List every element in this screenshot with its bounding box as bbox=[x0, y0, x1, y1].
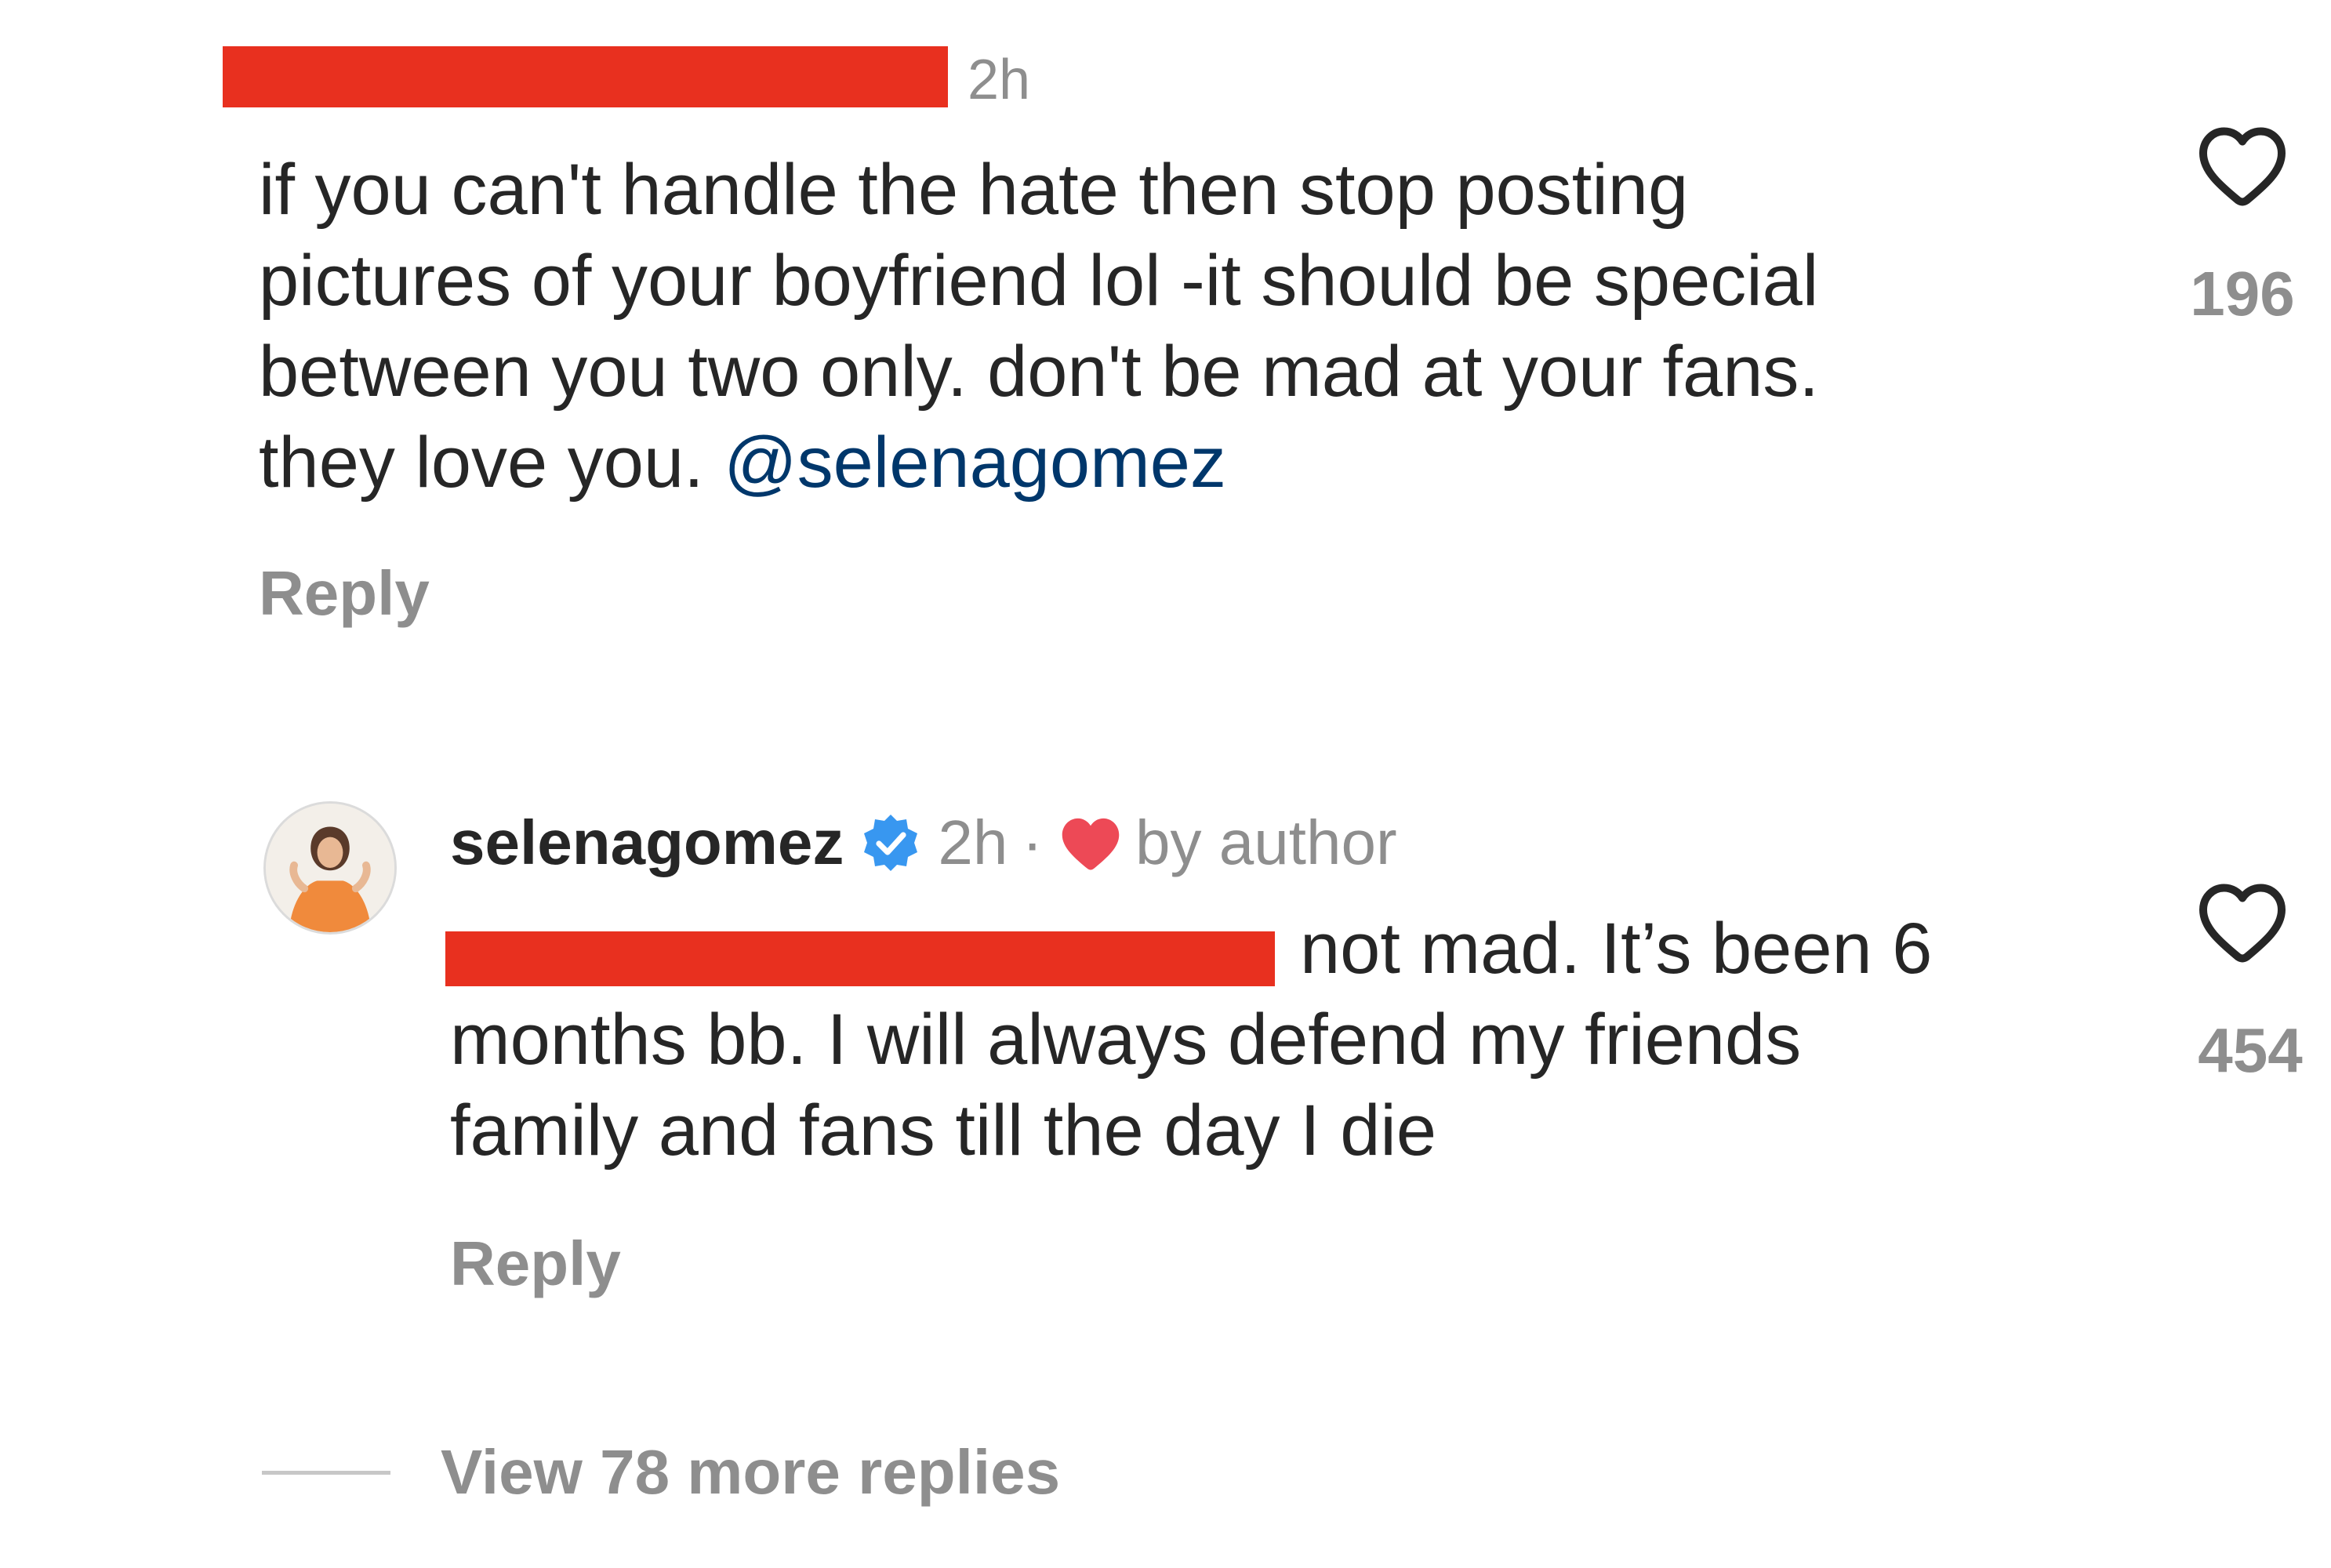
heart-outline-icon[interactable] bbox=[2195, 878, 2289, 964]
comment-text: if you can't handle the hate then stop p… bbox=[259, 144, 2125, 508]
heart-outline-icon[interactable] bbox=[2195, 122, 2289, 208]
like-count: 196 bbox=[2190, 259, 2295, 328]
comment-text-line: family and fans till the day I die bbox=[450, 1091, 1436, 1171]
avatar[interactable] bbox=[263, 801, 397, 935]
comment-header: selenagomez 2h · by author bbox=[450, 800, 1397, 886]
mention-link[interactable]: @selenagomez bbox=[724, 423, 1226, 503]
view-more-replies-button[interactable]: View 78 more replies bbox=[441, 1433, 1060, 1512]
comment-timestamp: 2h bbox=[938, 808, 1008, 877]
replies-divider-line bbox=[262, 1471, 390, 1475]
redacted-username bbox=[223, 46, 948, 107]
comment-timestamp: 2h bbox=[968, 49, 1031, 111]
reply-button[interactable]: Reply bbox=[259, 554, 430, 633]
avatar-image bbox=[266, 804, 394, 932]
comment-text: not mad. It’s been 6 months bb. I will a… bbox=[450, 903, 2144, 1176]
like-count: 454 bbox=[2198, 1015, 2303, 1085]
reply-button[interactable]: Reply bbox=[450, 1225, 621, 1303]
username[interactable]: selenagomez bbox=[450, 800, 844, 886]
liked-by-author-label: by author bbox=[1135, 808, 1397, 877]
red-heart-icon bbox=[1062, 818, 1120, 870]
separator-dot: · bbox=[1022, 808, 1044, 877]
comment-text-line: not mad. It’s been 6 bbox=[1300, 909, 1933, 989]
verified-badge-icon bbox=[864, 815, 918, 871]
comment-text-line: months bb. I will always defend my frien… bbox=[450, 1000, 1802, 1080]
